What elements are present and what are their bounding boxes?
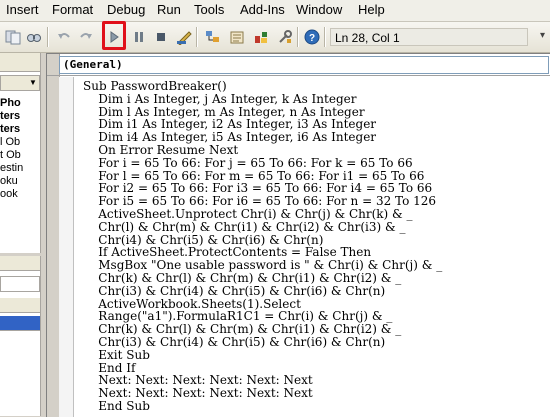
code-line[interactable]: Chr(i3) & Chr(i4) & Chr(i5) & Chr(i6) & … xyxy=(83,284,442,298)
reset-icon[interactable] xyxy=(152,28,170,46)
project-explorer-titlebar xyxy=(0,53,40,72)
code-line[interactable]: Sub PasswordBreaker() xyxy=(83,80,442,93)
code-line[interactable]: Chr(l) & Chr(m) & Chr(i1) & Chr(i2) & Ch… xyxy=(83,220,442,234)
code-line[interactable]: For i = 65 To 66: For j = 65 To 66: For … xyxy=(83,156,442,170)
object-browser-icon[interactable] xyxy=(252,28,270,46)
code-line[interactable]: Exit Sub xyxy=(83,348,442,362)
menu-format[interactable]: Format xyxy=(52,2,93,17)
divider xyxy=(47,75,550,76)
toolbox-icon[interactable] xyxy=(276,28,294,46)
code-line[interactable]: Next: Next: Next: Next: Next: Next xyxy=(83,387,442,400)
properties-selected-row[interactable] xyxy=(0,316,40,331)
tree-item[interactable]: l Ob xyxy=(0,136,40,148)
code-line[interactable]: End Sub xyxy=(83,400,442,413)
toolbar-separator xyxy=(297,27,299,47)
code-margin[interactable] xyxy=(59,77,74,417)
tree-item[interactable]: oku xyxy=(0,175,40,187)
toolbar-chevron-icon[interactable]: ▾ xyxy=(540,30,545,41)
properties-object-dropdown[interactable] xyxy=(0,276,40,292)
redo-icon[interactable] xyxy=(77,28,95,46)
project-explorer-dropdown[interactable]: ▼ xyxy=(0,75,40,91)
help-icon[interactable]: ? xyxy=(303,28,321,46)
tree-item[interactable]: ook xyxy=(0,188,40,200)
properties-tabs[interactable] xyxy=(0,298,40,313)
tree-item[interactable]: estin xyxy=(0,162,40,174)
menu-window[interactable]: Window xyxy=(296,2,342,17)
chevron-down-icon: ▼ xyxy=(29,78,37,87)
tree-item[interactable]: t Ob xyxy=(0,149,40,161)
tree-item[interactable]: Pho xyxy=(0,97,40,109)
code-window: (General) Sub PasswordBreaker() Dim i As… xyxy=(46,53,550,417)
tree-item[interactable]: ters xyxy=(0,123,40,135)
break-icon[interactable] xyxy=(130,28,148,46)
toolbar-separator xyxy=(47,27,49,47)
design-mode-icon[interactable] xyxy=(175,28,193,46)
project-explorer-pane: ▼ Pho ters ters l Ob t Ob estin oku ook … xyxy=(0,53,41,296)
find-icon[interactable] xyxy=(25,28,43,46)
toolbar-separator xyxy=(196,27,198,47)
code-line[interactable]: Chr(i3) & Chr(i4) & Chr(i5) & Chr(i6) & … xyxy=(83,336,442,349)
code-editor[interactable]: Sub PasswordBreaker() Dim i As Integer, … xyxy=(83,80,442,413)
toolbar-separator xyxy=(324,27,326,47)
standard-toolbar: ? Ln 28, Col 1 ▾ xyxy=(0,22,550,53)
menu-tools[interactable]: Tools xyxy=(194,2,224,17)
properties-titlebar xyxy=(0,256,40,271)
svg-text:?: ? xyxy=(309,33,315,44)
menu-help[interactable]: Help xyxy=(358,2,385,17)
menu-add-ins[interactable]: Add-Ins xyxy=(240,2,285,17)
properties-icon[interactable] xyxy=(228,28,246,46)
highlight-box xyxy=(102,21,126,50)
code-line[interactable]: Dim i As Integer, j As Integer, k As Int… xyxy=(83,92,442,106)
code-line[interactable]: On Error Resume Next xyxy=(83,144,442,157)
menu-insert[interactable]: Insert xyxy=(6,2,39,17)
menu-bar: Insert Format Debug Run Tools Add-Ins Wi… xyxy=(0,0,550,22)
properties-pane xyxy=(0,256,41,416)
code-line[interactable]: Chr(k) & Chr(l) & Chr(m) & Chr(i1) & Chr… xyxy=(83,272,442,285)
tree-item[interactable]: ters xyxy=(0,110,40,122)
menu-run[interactable]: Run xyxy=(157,2,181,17)
menu-debug[interactable]: Debug xyxy=(107,2,145,17)
cursor-position: Ln 28, Col 1 xyxy=(330,28,528,46)
project-explorer-icon[interactable] xyxy=(204,28,222,46)
object-combo[interactable]: (General) xyxy=(59,56,549,74)
undo-icon[interactable] xyxy=(55,28,73,46)
copy-icon[interactable] xyxy=(4,28,22,46)
code-line[interactable]: ActiveSheet.Unprotect Chr(i) & Chr(j) & … xyxy=(83,208,442,221)
